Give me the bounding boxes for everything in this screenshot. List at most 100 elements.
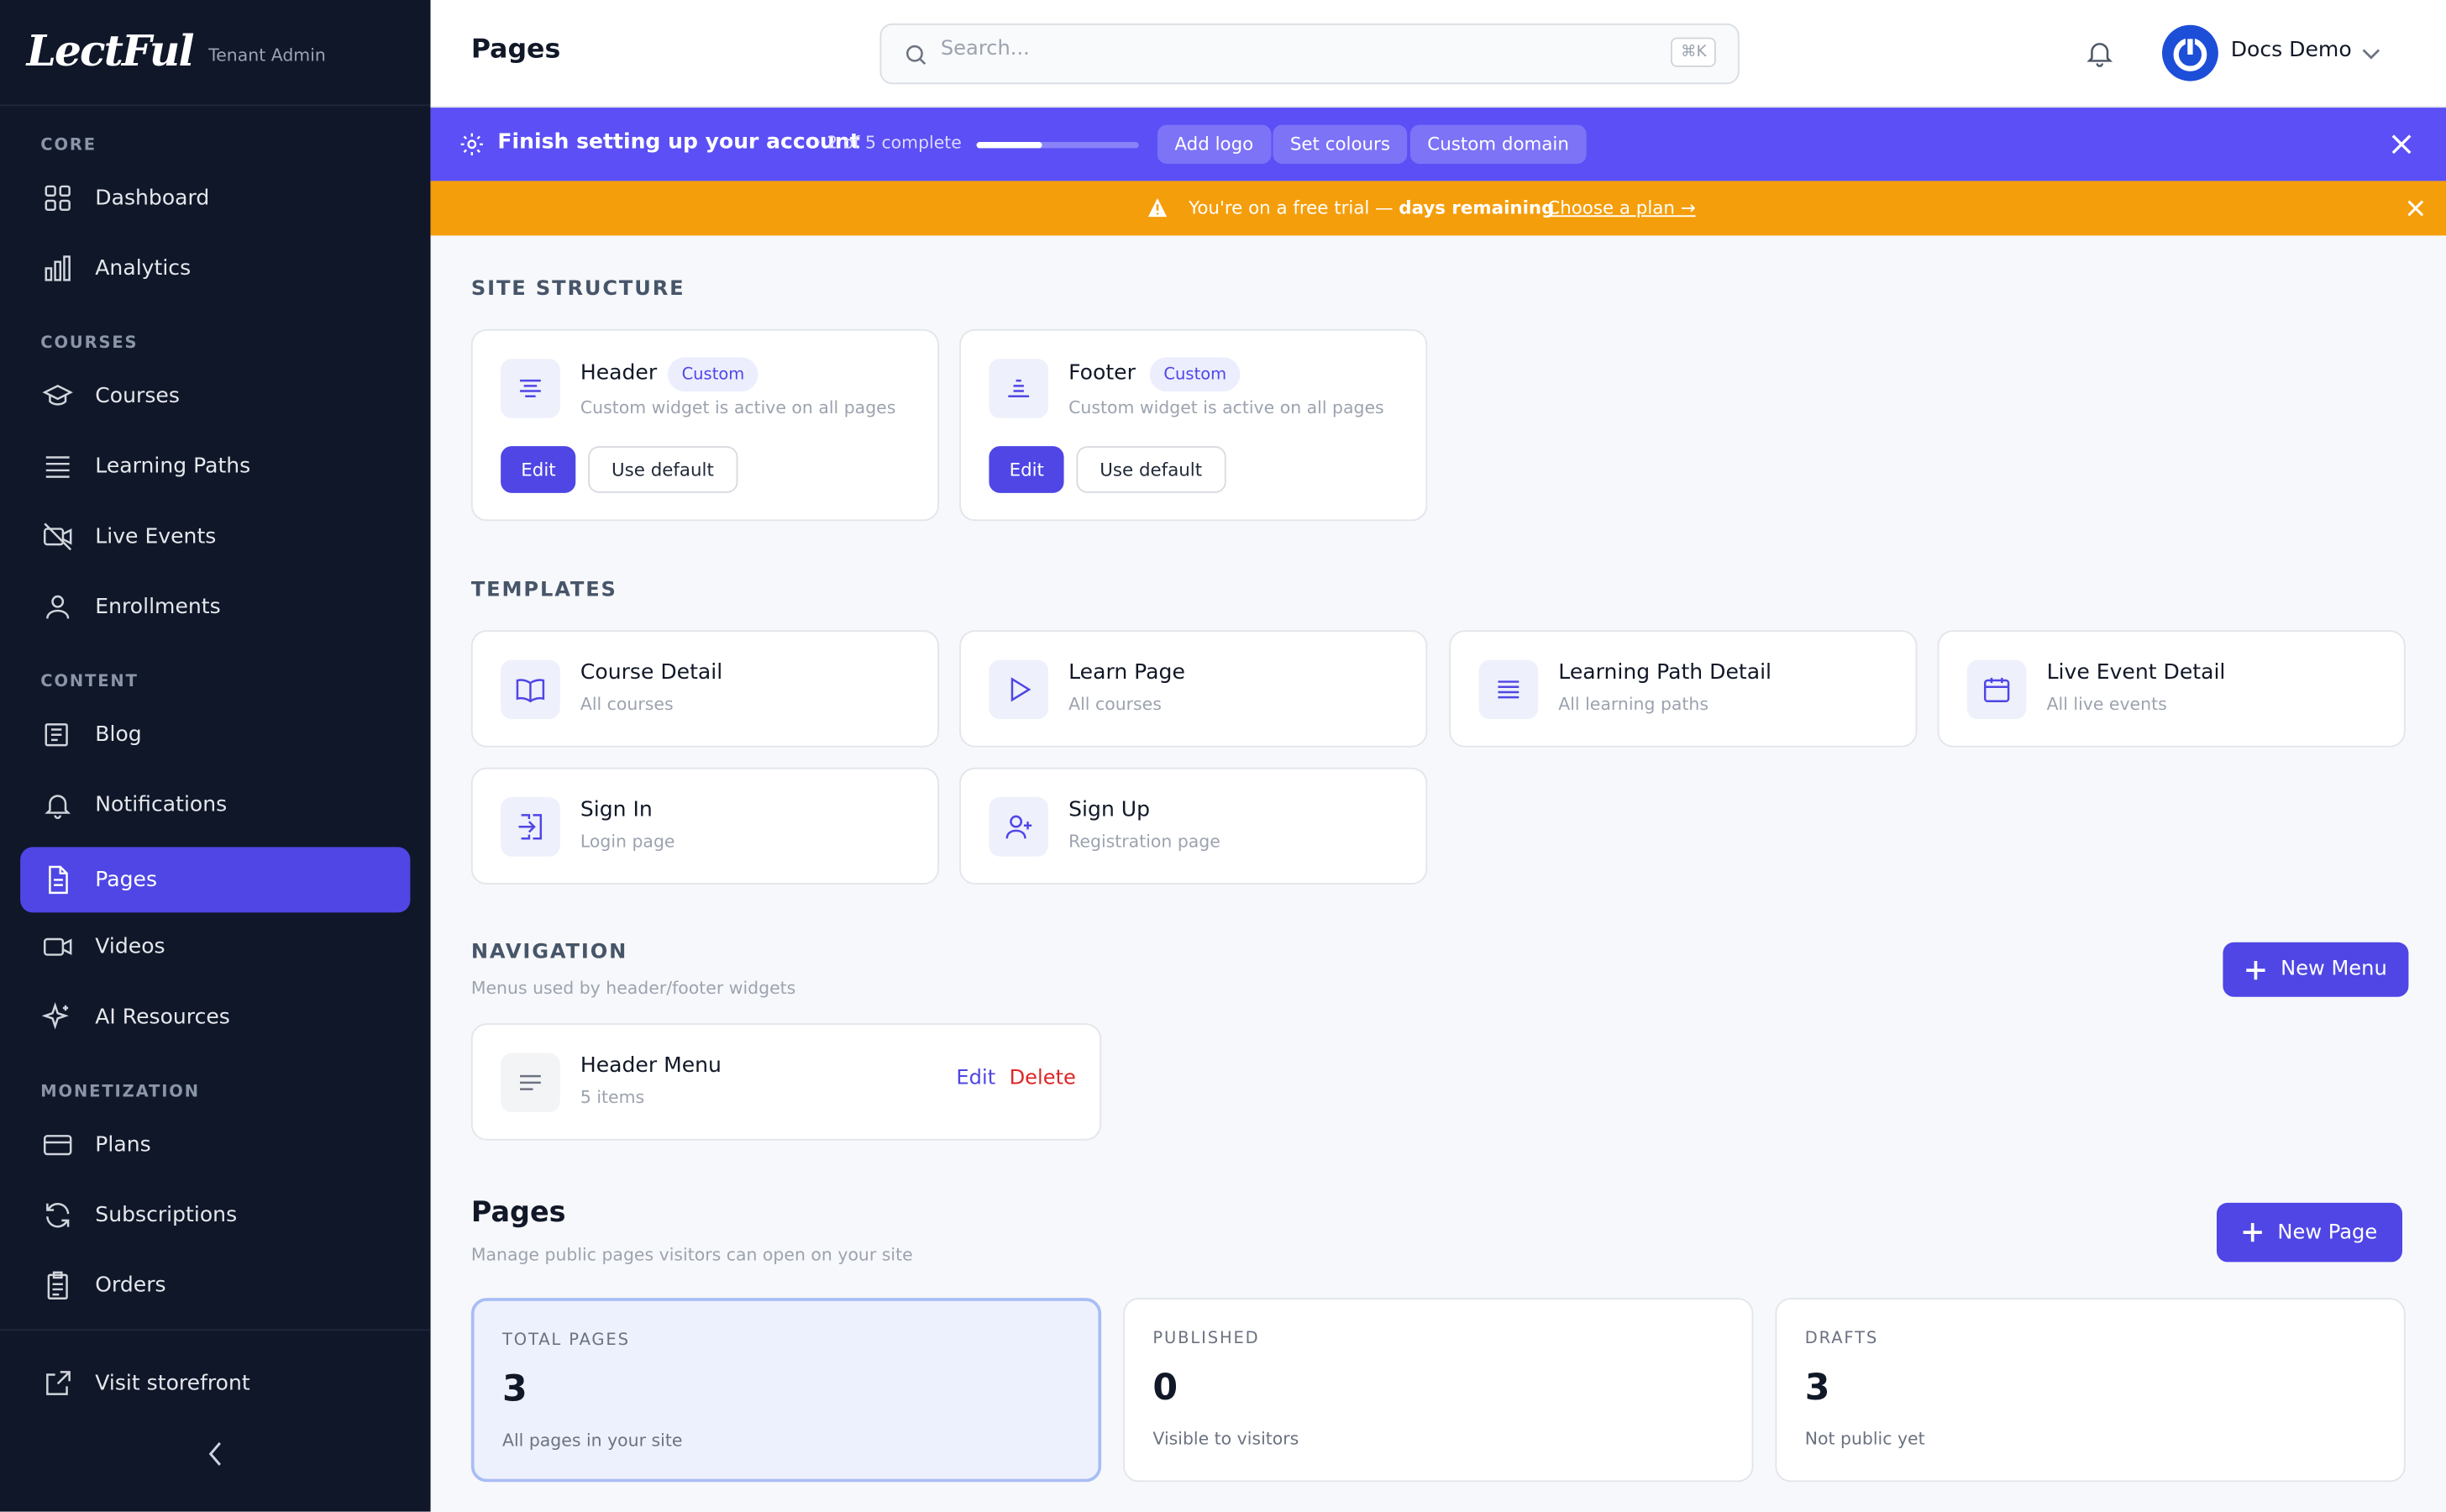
- close-icon[interactable]: [2406, 198, 2426, 218]
- align-bottom-icon: [1008, 379, 1030, 397]
- setup-banner: Finish setting up your account · 2 of 5 …: [430, 108, 2446, 181]
- sidebar-item-plans[interactable]: Plans: [20, 1112, 410, 1178]
- sidebar-item-label: Dashboard: [95, 186, 210, 211]
- setup-title: Finish setting up your account: [497, 129, 860, 155]
- stat-description: Not public yet: [1804, 1429, 1925, 1450]
- template-card-learning-path-detail[interactable]: Learning Path Detail All learning paths: [1449, 630, 1918, 748]
- sidebar-item-pages[interactable]: Pages: [20, 847, 411, 913]
- external-link-icon: [46, 1371, 71, 1395]
- close-icon[interactable]: [2390, 133, 2413, 156]
- sidebar-item-label: Blog: [95, 722, 142, 748]
- sidebar: LectFul Tenant Admin CORE Dashboard Anal…: [0, 0, 431, 1512]
- navigation-heading: NAVIGATION: [470, 940, 628, 964]
- clipboard-icon: [47, 1271, 68, 1300]
- notifications-bell-icon[interactable]: [2084, 38, 2115, 69]
- template-card-sign-in[interactable]: Sign In Login page: [470, 767, 940, 885]
- book-open-icon: [516, 679, 545, 703]
- stat-description: All pages in your site: [502, 1431, 683, 1452]
- section-monetization: MONETIZATION: [40, 1082, 200, 1102]
- sidebar-item-learning-paths[interactable]: Learning Paths: [20, 433, 410, 499]
- add-logo-chip[interactable]: Add logo: [1157, 124, 1271, 165]
- custom-domain-chip[interactable]: Custom domain: [1409, 124, 1587, 165]
- power-icon: [2173, 37, 2207, 71]
- card-subtitle: All courses: [580, 694, 674, 715]
- delete-menu-link[interactable]: Delete: [1010, 1067, 1076, 1090]
- card-title: Footer: [1068, 360, 1136, 386]
- card-title: Sign In: [580, 797, 653, 822]
- sidebar-item-orders[interactable]: Orders: [20, 1252, 410, 1318]
- stat-description: Visible to visitors: [1152, 1429, 1299, 1450]
- sidebar-item-label: Pages: [95, 867, 158, 893]
- sidebar-item-enrollments[interactable]: Enrollments: [20, 574, 410, 639]
- sidebar-item-videos[interactable]: Videos: [20, 914, 410, 979]
- card-title: Learning Path Detail: [1558, 659, 1772, 685]
- logo[interactable]: LectFul: [27, 28, 195, 76]
- sidebar-item-subscriptions[interactable]: Subscriptions: [20, 1183, 410, 1248]
- sidebar-item-dashboard[interactable]: Dashboard: [20, 165, 410, 231]
- card-title: Header Menu: [580, 1053, 722, 1079]
- user-icon: [46, 595, 70, 619]
- template-card-sign-up[interactable]: Sign Up Registration page: [959, 767, 1428, 885]
- chevron-down-icon[interactable]: [2360, 42, 2382, 64]
- sidebar-item-label: Videos: [95, 934, 165, 960]
- stat-card-drafts[interactable]: DRAFTS 3 Not public yet: [1775, 1298, 2406, 1483]
- plus-icon: [2246, 960, 2265, 979]
- template-icon-box: [1478, 659, 1539, 720]
- new-menu-button[interactable]: New Menu: [2223, 942, 2409, 997]
- sidebar-item-ai-resources[interactable]: AI Resources: [20, 984, 410, 1050]
- card-title: Sign Up: [1068, 797, 1151, 822]
- credit-card-icon: [44, 1135, 72, 1156]
- chevron-left-icon[interactable]: [202, 1438, 228, 1469]
- menu-card-header-menu: Header Menu 5 items Edit Delete: [470, 1023, 1102, 1141]
- stat-card-published[interactable]: PUBLISHED 0 Visible to visitors: [1123, 1298, 1754, 1483]
- choose-plan-link[interactable]: Choose a plan →: [1547, 197, 1695, 218]
- edit-menu-link[interactable]: Edit: [956, 1067, 995, 1090]
- card-subtitle: Login page: [580, 831, 675, 853]
- sidebar-item-live-events[interactable]: Live Events: [20, 504, 410, 570]
- stat-label: PUBLISHED: [1152, 1329, 1260, 1348]
- brand: LectFul Tenant Admin: [0, 0, 431, 107]
- new-menu-label: New Menu: [2281, 958, 2387, 982]
- stat-label: DRAFTS: [1804, 1329, 1879, 1348]
- avatar[interactable]: [2162, 24, 2218, 81]
- sidebar-item-blog[interactable]: Blog: [20, 702, 410, 768]
- trial-message-start: You're on a free trial —: [1189, 197, 1399, 219]
- stat-label: TOTAL PAGES: [502, 1331, 630, 1350]
- sidebar-item-notifications[interactable]: Notifications: [20, 772, 410, 837]
- trial-banner: You're on a free trial — days remaining.…: [430, 181, 2446, 236]
- template-card-course-detail[interactable]: Course Detail All courses: [470, 630, 940, 748]
- use-default-header-button[interactable]: Use default: [588, 446, 737, 493]
- menu-lines-icon: [520, 1074, 541, 1090]
- sidebar-footer: [0, 1329, 431, 1331]
- sidebar-item-analytics[interactable]: Analytics: [20, 235, 410, 301]
- edit-header-button[interactable]: Edit: [501, 446, 576, 493]
- navigation-subtitle: Menus used by header/footer widgets: [470, 978, 796, 999]
- stat-card-total-pages[interactable]: TOTAL PAGES 3 All pages in your site: [470, 1298, 1102, 1483]
- new-page-button[interactable]: New Page: [2217, 1202, 2402, 1263]
- template-card-live-event-detail[interactable]: Live Event Detail All live events: [1937, 630, 2406, 748]
- user-name[interactable]: Docs Demo: [2231, 38, 2352, 63]
- edit-footer-button[interactable]: Edit: [989, 446, 1065, 493]
- play-icon: [1010, 677, 1031, 702]
- sidebar-item-courses[interactable]: Courses: [20, 364, 410, 429]
- template-card-learn-page[interactable]: Learn Page All courses: [959, 630, 1428, 748]
- sidebar-item-label: AI Resources: [95, 1005, 230, 1030]
- visit-storefront-link[interactable]: Visit storefront: [20, 1351, 410, 1416]
- graduation-cap-icon: [42, 384, 73, 406]
- custom-badge: Custom: [1149, 357, 1241, 392]
- templates-heading: TEMPLATES: [470, 579, 617, 602]
- stat-value: 3: [502, 1369, 528, 1410]
- template-icon-box: [1966, 659, 2027, 720]
- bar-chart-icon: [45, 255, 71, 281]
- plus-icon: [2243, 1223, 2262, 1242]
- use-default-footer-button[interactable]: Use default: [1076, 446, 1226, 493]
- align-center-icon: [520, 379, 541, 397]
- new-page-label: New Page: [2277, 1221, 2378, 1245]
- search-input[interactable]: [940, 37, 1628, 61]
- site-structure-heading: SITE STRUCTURE: [470, 277, 685, 302]
- set-colours-chip[interactable]: Set colours: [1273, 124, 1408, 165]
- sidebar-item-label: Subscriptions: [95, 1202, 238, 1228]
- search-box[interactable]: ⌘K: [879, 23, 1740, 85]
- sidebar-item-label: Plans: [95, 1132, 151, 1158]
- card-title: Learn Page: [1068, 659, 1185, 685]
